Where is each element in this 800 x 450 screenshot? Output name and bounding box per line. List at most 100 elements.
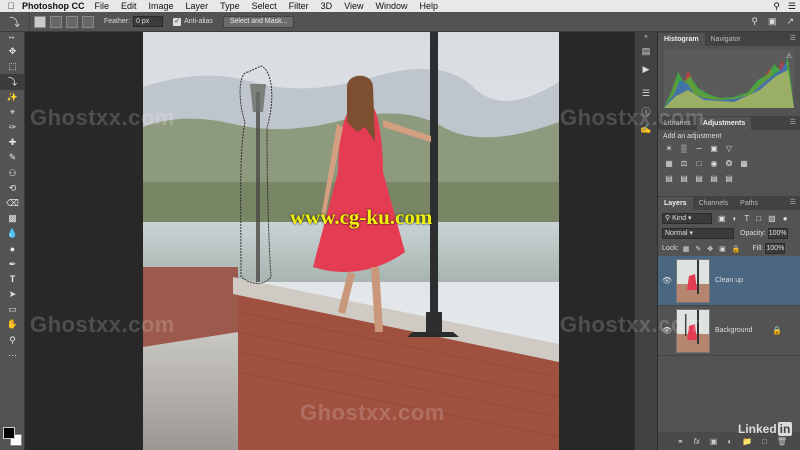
notification-list-icon[interactable]: ☰	[788, 1, 796, 12]
color-swatches[interactable]	[3, 427, 23, 447]
feather-input[interactable]: 0 px	[133, 16, 164, 27]
channel-mixer-icon[interactable]: ❂	[724, 159, 734, 168]
workspace-icon[interactable]: ▣	[768, 16, 777, 27]
intersect-selection-icon[interactable]	[82, 15, 94, 28]
search-icon[interactable]: ⚲	[751, 16, 758, 27]
more-tools-icon[interactable]: ···	[0, 348, 25, 363]
histogram-warning-icon[interactable]: ⚠	[786, 52, 792, 60]
filter-type-icon[interactable]: T	[744, 214, 749, 223]
new-layer-icon[interactable]: □	[762, 437, 767, 446]
menu-view[interactable]: View	[344, 1, 363, 11]
filter-pixel-icon[interactable]: ▣	[718, 214, 726, 223]
lock-transparent-icon[interactable]: ▦	[683, 245, 690, 253]
vibrance-icon[interactable]: ▽	[724, 144, 734, 153]
tab-histogram[interactable]: Histogram	[658, 33, 705, 46]
tools-grip-icon[interactable]: ▸▸	[0, 32, 24, 44]
lasso-preset-icon[interactable]: ⤵	[0, 11, 30, 32]
blend-mode-select[interactable]: Normal ▾	[662, 228, 734, 239]
path-select-tool-icon[interactable]: ➤	[0, 287, 25, 302]
move-tool-icon[interactable]: ✥	[0, 44, 25, 59]
app-menu[interactable]: Photoshop CC	[22, 1, 85, 11]
color-balance-icon[interactable]: ⚖	[679, 159, 689, 168]
image-canvas[interactable]	[143, 32, 559, 450]
blur-tool-icon[interactable]: 💧	[0, 226, 25, 241]
layer-row-clean-up[interactable]: 👁 Clean up	[658, 256, 800, 306]
add-mask-icon[interactable]: ▣	[710, 437, 718, 446]
lasso-tool-icon[interactable]: ⤵	[0, 74, 25, 90]
shape-tool-icon[interactable]: ▭	[0, 302, 25, 317]
gradient-tool-icon[interactable]: ▩	[0, 211, 25, 226]
new-adjustment-icon[interactable]: ◐	[727, 437, 732, 446]
levels-icon[interactable]: ▒	[679, 144, 689, 153]
pen-tool-icon[interactable]: ✒	[0, 257, 25, 272]
menu-type[interactable]: Type	[220, 1, 240, 11]
eraser-tool-icon[interactable]: ⌫	[0, 196, 25, 211]
brush-tool-icon[interactable]: ✎	[0, 150, 25, 165]
layer-name[interactable]: Background	[715, 327, 752, 334]
filter-shape-icon[interactable]: □	[756, 214, 761, 223]
filter-adjustment-icon[interactable]: ◐	[733, 214, 738, 223]
select-and-mask-button[interactable]: Select and Mask...	[222, 15, 295, 28]
photo-filter-icon[interactable]: ◉	[709, 159, 719, 168]
layer-lock-icon[interactable]: 🔒	[772, 326, 782, 335]
hand-tool-icon[interactable]: ✋	[0, 317, 25, 332]
clone-stamp-tool-icon[interactable]: ⚇	[0, 166, 25, 181]
menu-file[interactable]: File	[95, 1, 110, 11]
marquee-tool-icon[interactable]: ⬚	[0, 59, 25, 74]
menu-edit[interactable]: Edit	[121, 1, 137, 11]
fx-icon[interactable]: fx	[694, 437, 700, 446]
kind-filter-select[interactable]: ⚲ Kind ▾	[662, 212, 712, 224]
apple-icon[interactable]: 	[0, 1, 22, 11]
properties-panel-icon[interactable]: ☰	[635, 84, 657, 102]
tab-navigator[interactable]: Navigator	[705, 33, 747, 46]
invert-icon[interactable]: ▤	[664, 174, 674, 183]
curves-icon[interactable]: ∽	[694, 144, 704, 153]
healing-brush-tool-icon[interactable]: ✚	[0, 135, 25, 150]
lock-artboard-icon[interactable]: ▣	[719, 245, 726, 253]
tab-layers[interactable]: Layers	[658, 197, 693, 210]
subtract-selection-icon[interactable]	[66, 15, 78, 28]
new-group-icon[interactable]: 📁	[742, 437, 752, 446]
layer-name[interactable]: Clean up	[715, 277, 743, 284]
type-tool-icon[interactable]: T	[0, 272, 25, 287]
filter-toggle-icon[interactable]: ●	[783, 214, 788, 223]
foreground-color-swatch[interactable]	[3, 427, 15, 439]
history-panel-icon[interactable]: ▤	[635, 42, 657, 60]
layers-menu-icon[interactable]: ☰	[790, 198, 796, 206]
lock-image-icon[interactable]: ✎	[695, 245, 701, 253]
lock-position-icon[interactable]: ✥	[707, 245, 713, 253]
tab-paths[interactable]: Paths	[734, 197, 764, 210]
zoom-tool-icon[interactable]: ⚲	[0, 333, 25, 348]
lock-all-icon[interactable]: 🔒	[732, 245, 741, 253]
hue-saturation-icon[interactable]: ▦	[664, 159, 674, 168]
visibility-eye-icon[interactable]: 👁	[658, 276, 676, 285]
share-icon[interactable]: ↗	[786, 16, 794, 27]
spotlight-search-icon[interactable]: ⚲	[773, 1, 780, 12]
eyedropper-tool-icon[interactable]: ✑	[0, 120, 25, 135]
crop-tool-icon[interactable]: ⌖	[0, 105, 25, 120]
posterize-icon[interactable]: ▤	[679, 174, 689, 183]
black-white-icon[interactable]: □	[694, 159, 704, 168]
opacity-input[interactable]: 100%	[767, 228, 788, 239]
history-brush-tool-icon[interactable]: ⟲	[0, 181, 25, 196]
quick-select-tool-icon[interactable]: ✨	[0, 90, 25, 105]
menu-3d[interactable]: 3D	[321, 1, 333, 11]
exposure-icon[interactable]: ▣	[709, 144, 719, 153]
menu-help[interactable]: Help	[419, 1, 438, 11]
menu-select[interactable]: Select	[252, 1, 277, 11]
menu-image[interactable]: Image	[149, 1, 174, 11]
menu-filter[interactable]: Filter	[289, 1, 309, 11]
gradient-map-icon[interactable]: ▤	[709, 174, 719, 183]
actions-panel-icon[interactable]: ▶	[635, 60, 657, 78]
filter-smart-icon[interactable]: ▧	[768, 214, 776, 223]
menu-window[interactable]: Window	[375, 1, 407, 11]
tab-adjustments[interactable]: Adjustments	[696, 117, 752, 130]
delete-layer-icon[interactable]: 🗑	[777, 437, 787, 446]
antialias-checkbox[interactable]: ✓	[173, 17, 182, 26]
brightness-icon[interactable]: ☀	[664, 144, 674, 153]
tab-channels[interactable]: Channels	[693, 197, 735, 210]
histogram-menu-icon[interactable]: ☰	[790, 34, 796, 42]
adjustments-menu-icon[interactable]: ☰	[790, 118, 796, 126]
add-selection-icon[interactable]	[50, 15, 62, 28]
dodge-tool-icon[interactable]: ●	[0, 241, 25, 256]
